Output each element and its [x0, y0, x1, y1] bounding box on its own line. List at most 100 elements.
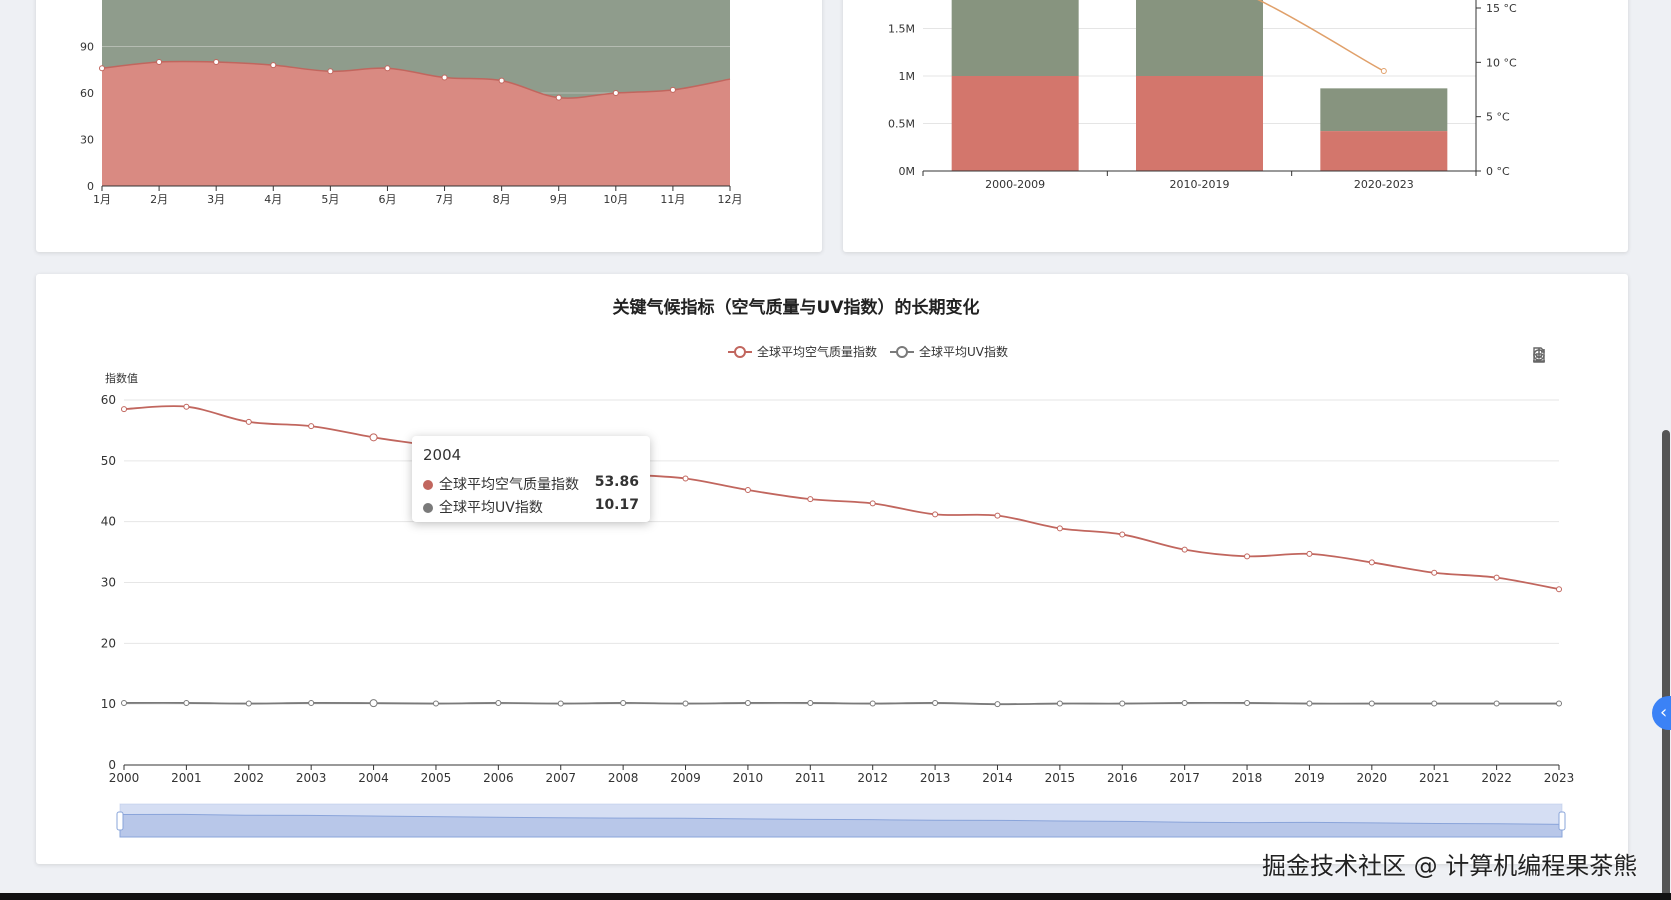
y-tick-label: 50: [101, 454, 116, 468]
y-tick-label: 0.5M: [888, 118, 915, 131]
x-tick-label: 2018: [1232, 771, 1263, 785]
data-point: [308, 423, 315, 430]
tooltip-label-uv: 全球平均UV指数: [439, 500, 543, 516]
data-point: [557, 700, 564, 707]
data-point: [1244, 699, 1251, 706]
data-point: [932, 511, 939, 518]
x-tick-label: 2021: [1419, 771, 1450, 785]
data-point: [432, 700, 439, 707]
data-view-icon[interactable]: [1533, 346, 1577, 364]
y-tick-label: 90: [80, 41, 94, 54]
data-point: [1493, 574, 1500, 581]
tooltip-title: 2004: [423, 446, 462, 464]
y-tick-label: 20: [101, 636, 116, 650]
data-point: [1556, 586, 1562, 593]
data-point: [1431, 700, 1438, 707]
x-tick-label: 8月: [493, 193, 511, 206]
data-point: [156, 59, 163, 65]
x-tick-label: 12月: [718, 193, 743, 206]
data-point: [121, 406, 127, 413]
x-tick-label: 2001: [171, 771, 202, 785]
monthly-area-chart: 0 30 60 90 1月 2月 3月 4月 5月 6月 7月 8月 9月 10月 11月 12月: [80, 0, 743, 206]
series-line: [123, 405, 1560, 591]
x-tick-label: 7月: [436, 193, 454, 206]
y-tick-label: 0: [87, 180, 94, 193]
watermark: 掘金技术社区 @ 计算机编程果茶熊: [1262, 852, 1638, 880]
x-tick-label: 2017: [1169, 771, 1200, 785]
data-point: [1306, 550, 1313, 557]
x-tick-label: 2023: [1544, 771, 1575, 785]
bottom-bar: [0, 893, 1671, 900]
y-tick-label: 60: [80, 87, 94, 100]
data-point: [869, 700, 876, 707]
legend-marker: [896, 346, 908, 358]
chart-toolbox: [1530, 346, 1604, 368]
data-point: [932, 699, 939, 706]
x-tick-label: 2008: [608, 771, 639, 785]
x-tick-label: 2013: [920, 771, 951, 785]
data-point: [121, 699, 127, 706]
decade-bar-chart: 0M 0.5M 1M 1.5M 0 °C 5 °C 10 °C 15 °C 2000-2009 2…: [888, 0, 1517, 191]
y2-tick-label: 15 °C: [1486, 2, 1517, 15]
y-tick-label: 1.5M: [888, 23, 915, 36]
datazoom-selection: [120, 804, 1562, 837]
x-tick-label: 10月: [603, 193, 628, 206]
data-point: [1181, 699, 1188, 706]
x-tick-label: 3月: [207, 193, 225, 206]
data-point: [1181, 546, 1188, 553]
x-tick-label: 1月: [93, 193, 111, 206]
data-point: [1056, 700, 1063, 707]
y-tick-label: 0M: [899, 165, 916, 178]
bar-segment-upper: [951, 0, 1079, 76]
x-tick-label: 2014: [982, 771, 1013, 785]
x-tick-label: 2006: [483, 771, 514, 785]
data-point: [1431, 569, 1438, 576]
x-tick-label: 2月: [150, 193, 168, 206]
x-tick-label: 2000: [109, 771, 140, 785]
data-point: [245, 418, 252, 425]
bar-segment-lower: [1320, 131, 1448, 171]
data-point: [369, 433, 378, 442]
tooltip-marker-uv: [423, 503, 433, 513]
data-point: [807, 496, 814, 503]
y-tick-label: 1M: [899, 70, 916, 83]
y-tick-label: 10: [101, 697, 116, 711]
x-tick-label: 2012: [857, 771, 888, 785]
chart-tooltip: 2004 全球平均空气质量指数 53.86 全球平均UV指数 10.17: [412, 436, 650, 522]
data-point: [555, 94, 562, 101]
climate-indicator-line-chart: 关键气候指标（空气质量与UV指数）的长期变化 全球平均空气质量指数 全球平均UV指…: [101, 297, 1575, 838]
x-tick-label: 2007: [545, 771, 576, 785]
page-scrollbar[interactable]: [1662, 430, 1670, 900]
bar-segment-upper: [1136, 0, 1263, 76]
data-point: [1244, 553, 1251, 560]
y2-tick-label: 5 °C: [1486, 111, 1510, 124]
data-point: [183, 699, 190, 706]
x-tick-label: 4月: [264, 193, 282, 206]
data-point: [1493, 700, 1500, 707]
data-point: [994, 512, 1001, 519]
x-tick-label: 2011: [795, 771, 826, 785]
data-point: [1119, 700, 1126, 707]
data-point: [807, 699, 814, 706]
x-tick-label: 2022: [1481, 771, 1512, 785]
tooltip-label-air-quality: 全球平均空气质量指数: [439, 477, 579, 493]
data-point: [270, 62, 277, 69]
data-point: [612, 90, 619, 96]
data-point: [183, 403, 190, 410]
data-point: [744, 487, 751, 494]
x-tick-label: 2010-2019: [1170, 178, 1230, 191]
data-point: [994, 701, 1001, 708]
data-point: [369, 699, 378, 708]
x-tick-label: 2020: [1357, 771, 1388, 785]
data-point: [213, 59, 220, 65]
data-point: [308, 699, 315, 706]
datazoom-handle-right: [1558, 811, 1566, 831]
monthly-area-chart-card: 0 30 60 90 1月 2月 3月 4月 5月 6月 7月 8月 9月 10月 11月 12月: [36, 0, 822, 252]
bar-segment-lower: [1136, 76, 1263, 171]
y-tick-label: 30: [101, 576, 116, 590]
x-tick-label: 2004: [358, 771, 389, 785]
data-point: [1368, 559, 1375, 566]
restore-icon[interactable]: [1530, 349, 1548, 386]
data-point: [620, 699, 627, 706]
side-panel-toggle[interactable]: ‹: [1652, 696, 1671, 730]
